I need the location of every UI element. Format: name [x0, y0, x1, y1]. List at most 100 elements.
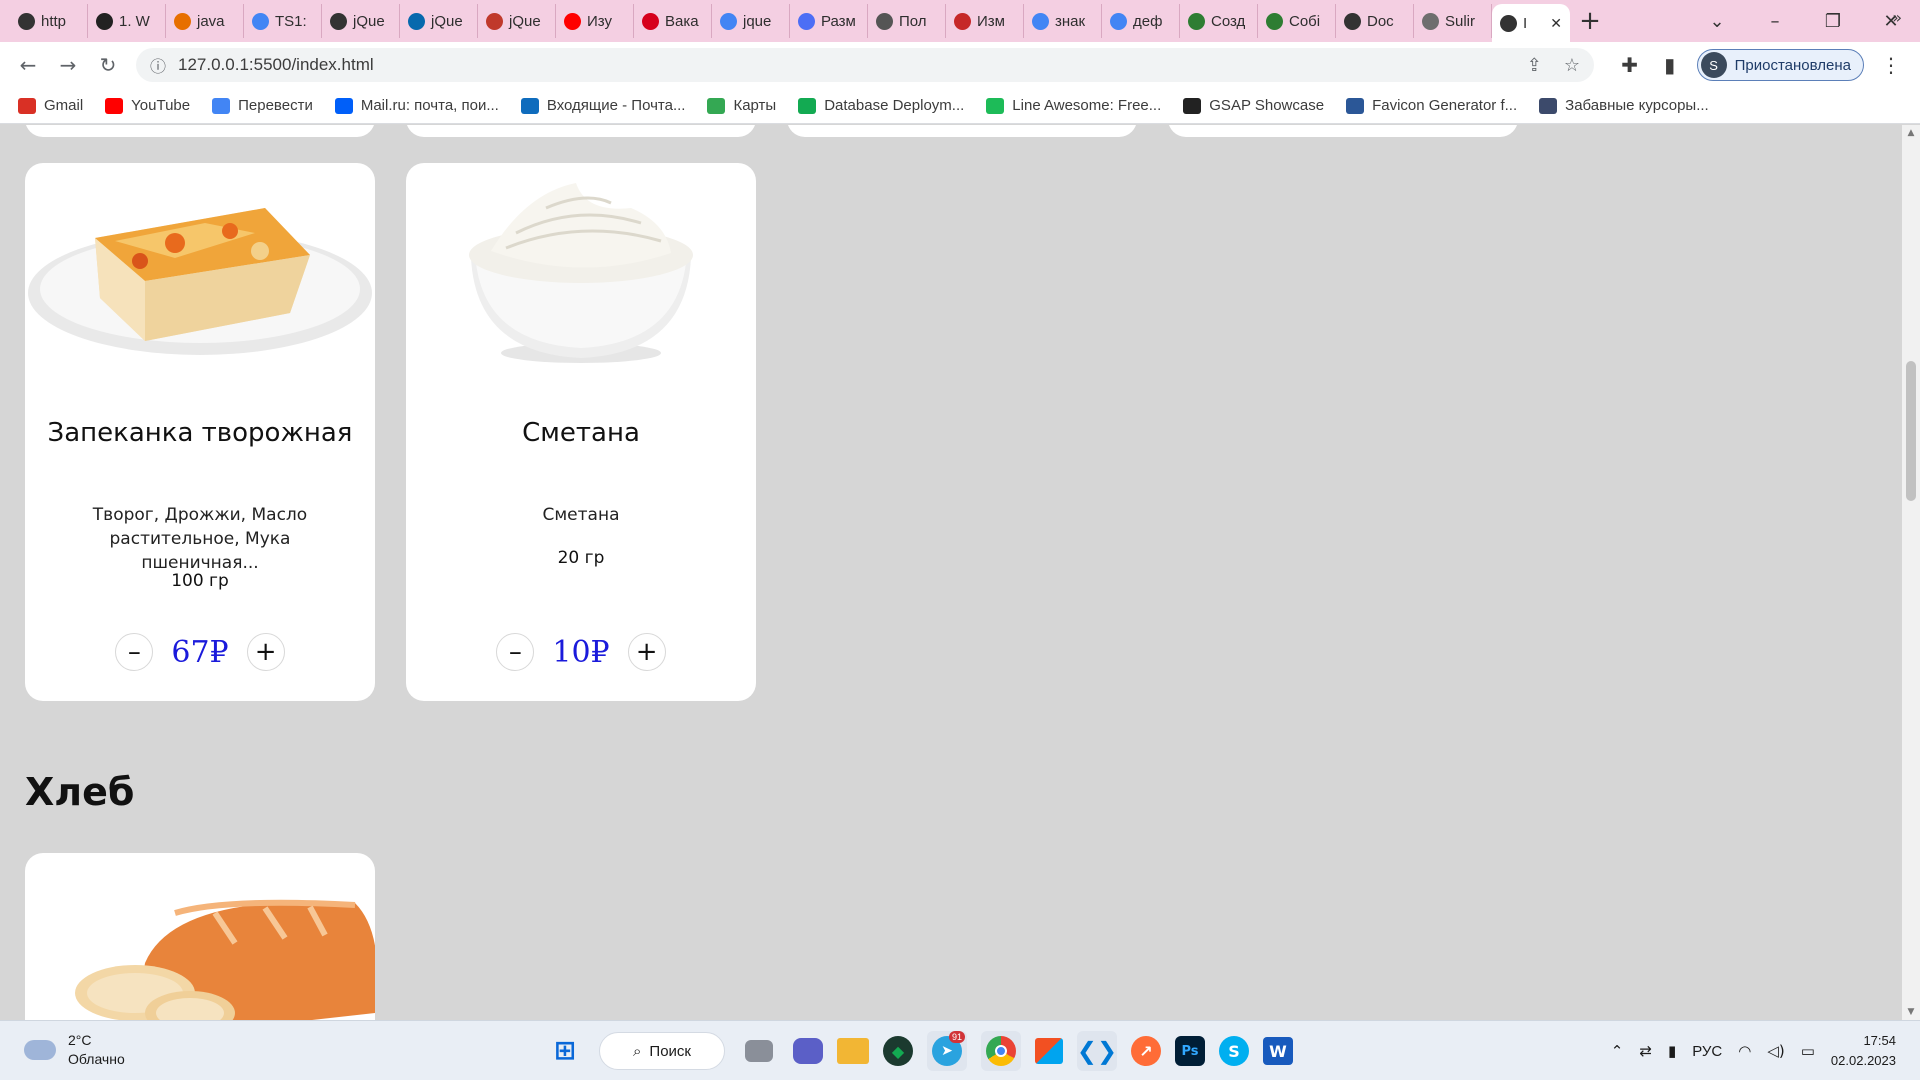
- microsoft-store-icon[interactable]: [1035, 1038, 1063, 1064]
- page-scrollbar[interactable]: ▲ ▼: [1902, 125, 1920, 1020]
- tab[interactable]: Вака: [634, 4, 712, 38]
- product-image: [25, 163, 375, 383]
- tab[interactable]: знак: [1024, 4, 1102, 38]
- tab[interactable]: jQue: [478, 4, 556, 38]
- new-tab-button[interactable]: +: [1570, 4, 1610, 38]
- scrollbar-thumb[interactable]: [1906, 361, 1916, 501]
- tab[interactable]: TS1:: [244, 4, 322, 38]
- bookmark-label: Database Deploym...: [824, 97, 965, 114]
- tab-title: Изу: [587, 12, 612, 30]
- tab[interactable]: 1. W: [88, 4, 166, 38]
- leaf-icon: [1266, 12, 1283, 30]
- reload-icon[interactable]: ↻: [88, 53, 128, 77]
- tab-search-icon[interactable]: ⌄: [1688, 11, 1746, 32]
- side-panel-icon[interactable]: ▮: [1657, 53, 1683, 77]
- meet-now-icon[interactable]: ▮: [1668, 1042, 1676, 1060]
- bookmark-item[interactable]: Favicon Generator f...: [1346, 97, 1517, 114]
- bookmark-item[interactable]: Забавные курсоры...: [1539, 97, 1709, 114]
- vscode-icon[interactable]: ❮❯: [1077, 1031, 1117, 1071]
- site-info-icon[interactable]: ⓘ: [150, 53, 178, 77]
- cursor-icon: [1539, 97, 1558, 114]
- scroll-down-icon[interactable]: ▼: [1902, 1007, 1920, 1017]
- tab[interactable]: jque: [712, 4, 790, 38]
- tab-title: Разм: [821, 12, 856, 30]
- share-icon[interactable]: ⇪: [1527, 55, 1542, 76]
- youtube-icon: [564, 12, 581, 30]
- mongodb-compass-icon[interactable]: ◆: [883, 1036, 913, 1066]
- tab[interactable]: Sulir: [1414, 4, 1492, 38]
- product-card: [25, 853, 375, 1020]
- tab[interactable]: Созд: [1180, 4, 1258, 38]
- bookmark-item[interactable]: YouTube: [105, 97, 190, 114]
- quantity-controls: – 67₽ +: [25, 633, 375, 671]
- tab[interactable]: деф: [1102, 4, 1180, 38]
- tab[interactable]: Изм: [946, 4, 1024, 38]
- close-tab-icon[interactable]: ✕: [1550, 15, 1562, 32]
- increase-button[interactable]: +: [246, 633, 285, 671]
- photoshop-icon[interactable]: Ps: [1175, 1036, 1205, 1066]
- tab[interactable]: Пол: [868, 4, 946, 38]
- close-window-icon[interactable]: ✕: [1862, 11, 1920, 32]
- teams-chat-icon[interactable]: [793, 1038, 823, 1064]
- wifi-icon[interactable]: ◠: [1738, 1042, 1751, 1060]
- bookmark-item[interactable]: Database Deploym...: [798, 97, 964, 114]
- restore-icon[interactable]: ❐: [1804, 11, 1862, 32]
- volume-icon[interactable]: ◁): [1767, 1042, 1784, 1060]
- tab[interactable]: Разм: [790, 4, 868, 38]
- browser-toolbar: ← → ↻ ⓘ 127.0.0.1:5500/index.html ⇪ ☆ ✚ …: [0, 42, 1920, 88]
- task-view-icon[interactable]: [745, 1040, 773, 1062]
- product-weight: 100 гр: [171, 571, 229, 591]
- tab[interactable]: Изу: [556, 4, 634, 38]
- minimize-icon[interactable]: –: [1746, 11, 1804, 32]
- tab[interactable]: jQue: [322, 4, 400, 38]
- postman-icon[interactable]: ↗: [1131, 1036, 1161, 1066]
- bookmark-item[interactable]: Gmail: [18, 97, 83, 114]
- category-title: Хлеб: [25, 770, 135, 814]
- search-icon: ⌕: [633, 1042, 642, 1060]
- network-transfer-icon[interactable]: ⇄: [1639, 1042, 1652, 1060]
- taskbar-search[interactable]: ⌕ Поиск: [599, 1032, 725, 1070]
- bookmark-item[interactable]: GSAP Showcase: [1183, 97, 1324, 114]
- tab[interactable]: java: [166, 4, 244, 38]
- input-language[interactable]: РУС: [1692, 1043, 1722, 1060]
- back-icon[interactable]: ←: [8, 53, 48, 77]
- quantity-controls: – 10₽ +: [406, 633, 756, 671]
- forward-icon[interactable]: →: [48, 53, 88, 77]
- scroll-up-icon[interactable]: ▲: [1902, 128, 1920, 138]
- decrease-button[interactable]: –: [115, 633, 154, 671]
- product-image: [25, 853, 375, 1020]
- word-icon[interactable]: W: [1263, 1037, 1293, 1065]
- weather-widget[interactable]: 2°C Облачно: [24, 1031, 125, 1069]
- hacker-icon: [96, 12, 113, 30]
- profile-button[interactable]: S Приостановлена: [1696, 49, 1864, 81]
- increase-button[interactable]: +: [627, 633, 666, 671]
- file-explorer-icon[interactable]: [837, 1038, 869, 1064]
- start-icon[interactable]: ⊞: [545, 1031, 585, 1071]
- weather-description: Облачно: [68, 1051, 125, 1067]
- clock[interactable]: 17:54 02.02.2023: [1831, 1031, 1896, 1071]
- telegram-icon[interactable]: ➤ 91: [927, 1031, 967, 1071]
- battery-icon[interactable]: ▭: [1801, 1042, 1815, 1060]
- chevron-up-icon[interactable]: ⌃: [1611, 1042, 1624, 1060]
- extensions-icon[interactable]: ✚: [1617, 53, 1643, 77]
- skype-icon[interactable]: S: [1219, 1036, 1249, 1066]
- bookmark-item[interactable]: Mail.ru: почта, пои...: [334, 97, 499, 114]
- tab[interactable]: jQue: [400, 4, 478, 38]
- tab[interactable]: Собі: [1258, 4, 1336, 38]
- chrome-icon[interactable]: [981, 1031, 1021, 1071]
- tab-title: Sulir: [1445, 12, 1476, 30]
- bookmark-item[interactable]: Line Awesome: Free...: [986, 97, 1161, 114]
- bookmark-item[interactable]: Входящие - Почта...: [520, 97, 685, 114]
- bookmark-star-icon[interactable]: ☆: [1564, 55, 1580, 76]
- tab[interactable]: Doc: [1336, 4, 1414, 38]
- url-text[interactable]: 127.0.0.1:5500/index.html: [178, 55, 374, 75]
- address-bar[interactable]: ⓘ 127.0.0.1:5500/index.html ⇪ ☆: [136, 48, 1594, 82]
- bookmark-item[interactable]: Перевести: [212, 97, 313, 114]
- tab-active[interactable]: I ✕: [1492, 4, 1570, 42]
- menu-icon[interactable]: ⋮: [1878, 53, 1904, 77]
- decrease-button[interactable]: –: [496, 633, 535, 671]
- more-bookmarks-icon[interactable]: »: [1892, 8, 1902, 27]
- bookmark-label: Mail.ru: почта, пои...: [360, 97, 499, 114]
- tab[interactable]: http: [10, 4, 88, 38]
- bookmark-item[interactable]: Карты: [707, 97, 776, 114]
